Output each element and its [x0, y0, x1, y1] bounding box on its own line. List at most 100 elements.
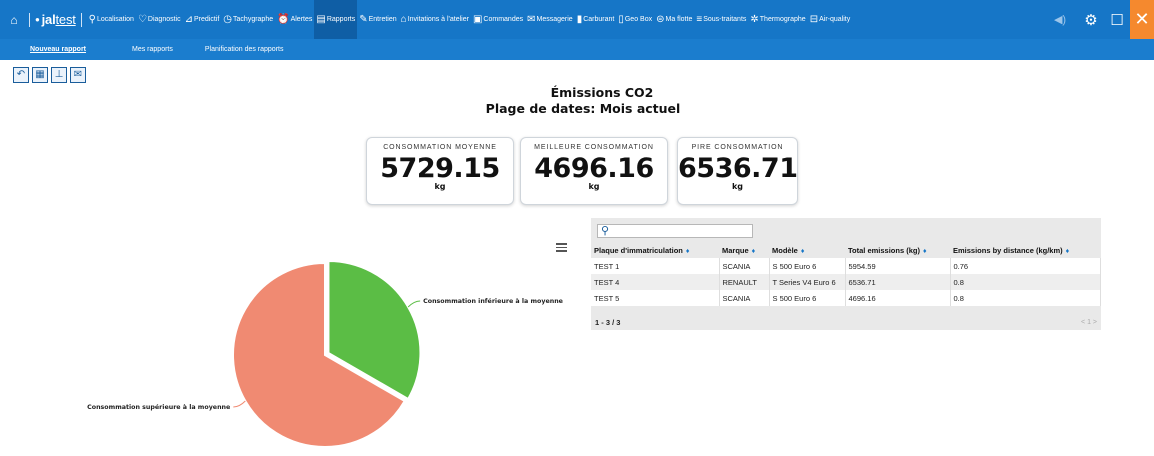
envelope-icon: ✉ [527, 14, 536, 25]
sort-icon[interactable]: ♦ [1066, 248, 1070, 255]
kpi-label: MEILLEURE CONSOMMATION [534, 144, 654, 151]
nav-item-thermographe[interactable]: ✲ Thermographe [748, 0, 807, 39]
subnav-my-reports[interactable]: Mes rapports [116, 46, 189, 53]
nav-item-label: Geo Box [624, 16, 653, 23]
nav-item-label: Entretien [368, 16, 397, 23]
nav-item-sous-traitants[interactable]: ≡ Sous-traitants [694, 0, 748, 39]
kpi-value: 6536.71 [678, 153, 798, 184]
cell-total: 5954.59 [845, 258, 951, 274]
table-row[interactable]: TEST 4 RENAULT T Series V4 Euro 6 6536.7… [591, 274, 1101, 290]
chart-menu-icon[interactable] [556, 243, 567, 254]
nav-item-label: Predictif [194, 16, 220, 23]
map-pin-icon: ⚲ [88, 14, 96, 25]
report-header: Émissions CO2 Plage de dates: Mois actue… [0, 85, 1154, 117]
email-icon[interactable]: ✉ [70, 67, 86, 83]
box-icon: ▣ [472, 14, 483, 25]
fuel-pump-icon: ▮ [576, 14, 583, 25]
home-icon[interactable]: ⌂ [4, 0, 24, 39]
cell-brand: SCANIA [719, 258, 770, 274]
excel-export-icon[interactable]: ▦ [32, 67, 48, 83]
nav-item-carburant[interactable]: ▮ Carburant [575, 0, 617, 39]
nav-item-predictif[interactable]: ⊿ Predictif [183, 0, 222, 39]
nav-item-alertes[interactable]: ⏰ Alertes [275, 0, 314, 39]
nav-item-label: Air-quality [819, 16, 851, 23]
nav-item-invitations-l-atelier[interactable]: ⌂ Invitations à l'atelier [399, 0, 471, 39]
nav-item-air-quality[interactable]: ⊟ Air-quality [808, 0, 853, 39]
nav-item-commandes[interactable]: ▣ Commandes [471, 0, 525, 39]
back-icon[interactable]: ↶ [13, 67, 29, 83]
column-header-plate[interactable]: Plaque d'immatriculation ♦ [591, 242, 719, 258]
air-quality-icon: ⊟ [809, 14, 819, 25]
subnav-report-planning[interactable]: Planification des rapports [189, 46, 300, 53]
pdf-export-icon[interactable]: ⊥ [51, 67, 67, 83]
logo-dot: ● [35, 15, 40, 24]
nav-item-label: Ma flotte [665, 16, 693, 23]
nav-item-localisation[interactable]: ⚲ Localisation [87, 0, 136, 39]
report-toolbar: ↶ ▦ ⊥ ✉ [13, 67, 86, 83]
subcontractor-icon: ≡ [696, 14, 703, 25]
divider [29, 12, 30, 27]
close-icon[interactable]: ✕ [1130, 0, 1154, 39]
data-table-panel: ⚲ Plaque d'immatriculation ♦ Marque ♦ Modè… [591, 218, 1101, 330]
pie-chart: Consommation inférieure à la moyenne Cons… [0, 220, 580, 451]
logo-test: test [55, 12, 76, 27]
cell-model: S 500 Euro 6 [769, 258, 846, 274]
cell-brand: SCANIA [719, 290, 770, 306]
nav-item-tachygraphe[interactable]: ◷ Tachygraphe [221, 0, 275, 39]
sound-icon[interactable]: ◀) [1042, 0, 1078, 39]
nav-item-rapports[interactable]: ▤ Rapports [314, 0, 358, 39]
nav-item-label: Invitations à l'atelier [407, 16, 469, 23]
wrench-icon: ✎ [359, 14, 368, 25]
cell-model: S 500 Euro 6 [769, 290, 846, 306]
pager-nav[interactable]: < 1 > [1081, 319, 1097, 326]
sort-icon[interactable]: ♦ [686, 248, 690, 255]
cell-total: 6536.71 [845, 274, 951, 290]
app-logo[interactable]: ● jal test [35, 12, 76, 27]
table-pager: 1 - 3 / 3 < 1 > [591, 318, 1101, 330]
gear-icon[interactable]: ⚙ [1078, 0, 1104, 39]
report-title: Émissions CO2 [550, 85, 654, 100]
column-header-total[interactable]: Total emissions (kg) ♦ [845, 242, 950, 258]
kpi-value: 5729.15 [380, 153, 500, 184]
emissions-table: Plaque d'immatriculation ♦ Marque ♦ Modèle… [591, 242, 1101, 306]
nav-item-label: Commandes [483, 16, 524, 23]
report-icon: ▤ [316, 14, 326, 25]
main-menu: ⚲ Localisation ♡ Diagnostic ⊿ Predictif ◷ Tachy… [87, 0, 853, 39]
pager-count: 1 - 3 / 3 [595, 318, 621, 327]
logo-main: jal [41, 12, 56, 27]
stethoscope-icon: ♡ [137, 14, 147, 25]
report-subtitle: Plage de dates: Mois actuel [485, 101, 681, 116]
sort-icon[interactable]: ♦ [923, 248, 927, 255]
geobox-icon: ▯ [618, 14, 624, 25]
table-row[interactable]: TEST 1 SCANIA S 500 Euro 6 5954.59 0.76 [591, 258, 1101, 274]
nav-item-diagnostic[interactable]: ♡ Diagnostic [136, 0, 183, 39]
table-row[interactable]: TEST 5 SCANIA S 500 Euro 6 4696.16 0.8 [591, 290, 1101, 306]
nav-item-ma-flotte[interactable]: ⊜ Ma flotte [654, 0, 694, 39]
cell-distance: 0.8 [950, 274, 1101, 290]
top-navigation-bar: ⌂ ● jal test ⚲ Localisation ♡ Diagnostic ⊿ Pre… [0, 0, 1154, 39]
cell-distance: 0.76 [950, 258, 1101, 274]
search-icon: ⚲ [601, 225, 610, 237]
cell-plate: TEST 1 [591, 258, 720, 274]
column-header-brand[interactable]: Marque ♦ [719, 242, 769, 258]
cell-plate: TEST 4 [591, 274, 720, 290]
kpi-card-best: MEILLEURE CONSOMMATION 4696.16 kg [520, 137, 668, 205]
nav-item-messagerie[interactable]: ✉ Messagerie [525, 0, 575, 39]
nav-item-geo-box[interactable]: ▯ Geo Box [616, 0, 654, 39]
sort-icon[interactable]: ♦ [752, 248, 756, 255]
kpi-card-average: CONSOMMATION MOYENNE 5729.15 kg [366, 137, 514, 205]
workshop-icon: ⌂ [400, 14, 407, 25]
sort-icon[interactable]: ♦ [801, 248, 805, 255]
kpi-label: PIRE CONSOMMATION [691, 144, 784, 151]
column-header-model[interactable]: Modèle ♦ [769, 242, 845, 258]
nav-item-label: Localisation [96, 16, 134, 23]
subnav-new-report[interactable]: Nouveau rapport [14, 46, 102, 53]
divider [80, 12, 82, 27]
column-header-distance[interactable]: Emissions by distance (kg/km) ♦ [950, 242, 1101, 258]
pie-connector-0 [407, 300, 421, 308]
nav-item-label: Diagnostic [147, 16, 181, 23]
pie-label-0: Consommation inférieure à la moyenne [423, 297, 563, 305]
maximize-icon[interactable]: ☐ [1104, 0, 1130, 39]
search-input[interactable]: ⚲ [597, 224, 753, 238]
nav-item-entretien[interactable]: ✎ Entretien [357, 0, 398, 39]
